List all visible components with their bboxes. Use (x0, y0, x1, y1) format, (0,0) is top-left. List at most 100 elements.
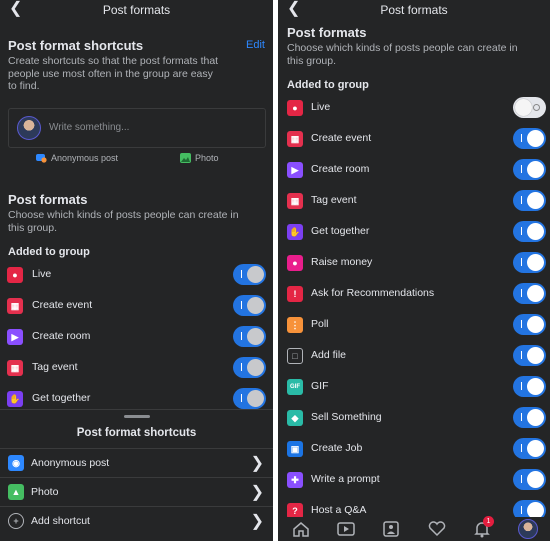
calendar-icon: ▦ (287, 131, 303, 147)
calendar-icon: ▦ (7, 298, 23, 314)
format-toggle[interactable] (233, 326, 266, 347)
format-label: Create room (32, 330, 91, 342)
format-label: Tag event (311, 194, 357, 206)
format-toggle[interactable] (513, 376, 546, 397)
sheet-grab-handle[interactable] (124, 415, 150, 418)
format-toggle[interactable] (513, 438, 546, 459)
format-toggle[interactable] (513, 190, 546, 211)
format-toggle[interactable] (513, 97, 546, 118)
format-toggle[interactable] (233, 357, 266, 378)
edit-shortcuts-button[interactable]: Edit (246, 39, 265, 51)
format-label: GIF (311, 380, 329, 392)
format-toggle[interactable] (513, 407, 546, 428)
calendar-tag-icon: ▦ (7, 360, 23, 376)
shortcut-label: Add shortcut (31, 515, 90, 527)
added-to-group-heading: Added to group (8, 246, 90, 258)
shortcut-row[interactable]: + Add shortcut ❯ (0, 506, 273, 535)
format-toggle[interactable] (233, 388, 266, 409)
price-tag-icon: ◆ (287, 410, 303, 426)
format-row[interactable]: ● Live (278, 93, 550, 124)
format-label: Get together (311, 225, 370, 237)
format-label: Poll (311, 318, 329, 330)
format-row[interactable]: ⋮ Poll (278, 310, 550, 341)
video-room-icon: ▶ (287, 162, 303, 178)
marketplace-icon[interactable] (379, 518, 403, 540)
chevron-right-icon: ❯ (250, 513, 264, 530)
composer-placeholder: Write something... (49, 122, 130, 133)
format-toggle[interactable] (513, 469, 546, 490)
format-row[interactable]: ▦ Create event (278, 124, 550, 155)
format-toggle[interactable] (233, 264, 266, 285)
format-toggle[interactable] (513, 128, 546, 149)
piggy-bank-icon: ● (287, 255, 303, 271)
recommendation-icon: ! (287, 286, 303, 302)
profile-avatar[interactable] (515, 518, 539, 540)
format-row[interactable]: ▣ Create Job (278, 434, 550, 465)
format-row[interactable]: ● Live (0, 260, 273, 291)
composer-preview[interactable]: Write something... (8, 108, 266, 148)
format-row[interactable]: ◆ Sell Something (278, 403, 550, 434)
avatar (17, 116, 41, 140)
anonymous-chat-icon: ◉ (8, 455, 24, 471)
format-row[interactable]: GIF GIF (278, 372, 550, 403)
page-title: Post formats (102, 3, 171, 17)
format-label: Create event (32, 299, 93, 311)
waving-hand-icon: ✋ (287, 224, 303, 240)
format-toggle[interactable] (513, 221, 546, 242)
gif-icon: GIF (287, 379, 303, 395)
format-label: Create room (311, 163, 370, 175)
anonymous-post-shortcut[interactable]: Anonymous post (36, 153, 118, 163)
added-to-group-heading: Added to group (287, 79, 369, 91)
waving-hand-icon: ✋ (7, 391, 23, 407)
video-room-icon: ▶ (7, 329, 23, 345)
post-formats-heading: Post formats (8, 192, 88, 207)
shortcuts-bottom-sheet: Post format shortcuts ◉ Anonymous post ❯ ▲ P… (0, 409, 273, 541)
video-icon[interactable] (334, 518, 358, 540)
format-label: Create event (311, 132, 372, 144)
format-row[interactable]: □ Add file (278, 341, 550, 372)
format-row[interactable]: ▦ Tag event (0, 353, 273, 384)
format-label: Sell Something (311, 411, 382, 423)
left-screen: ❮ Post formats Post format shortcuts Edi… (0, 0, 273, 541)
format-row[interactable]: ▦ Create event (0, 291, 273, 322)
format-label: Tag event (32, 361, 78, 373)
format-label: Host a Q&A (311, 504, 367, 516)
format-row[interactable]: ▦ Tag event (278, 186, 550, 217)
shortcut-label: Anonymous post (31, 457, 110, 469)
right-screen: ❮ Post formats Post formats Choose which… (278, 0, 550, 541)
format-toggle[interactable] (513, 345, 546, 366)
format-row[interactable]: ● Raise money (278, 248, 550, 279)
anonymous-chat-icon (36, 154, 47, 163)
home-icon[interactable] (289, 518, 313, 540)
format-row[interactable]: ✋ Get together (278, 217, 550, 248)
format-row[interactable]: ▶ Create room (0, 322, 273, 353)
briefcase-icon: ▣ (287, 441, 303, 457)
shortcut-row[interactable]: ▲ Photo ❯ (0, 477, 273, 506)
format-label: Get together (32, 392, 91, 404)
format-toggle[interactable] (233, 295, 266, 316)
dating-heart-icon[interactable] (425, 518, 449, 540)
format-toggle[interactable] (513, 159, 546, 180)
format-toggle[interactable] (513, 314, 546, 335)
top-bar: ❮ Post formats (0, 0, 273, 20)
shortcut-row[interactable]: ◉ Anonymous post ❯ (0, 448, 273, 477)
page-title: Post formats (380, 3, 448, 17)
format-row[interactable]: ▶ Create room (278, 155, 550, 186)
format-label: Add file (311, 349, 347, 361)
file-icon: □ (287, 348, 303, 364)
format-row[interactable]: ! Ask for Recommendations (278, 279, 550, 310)
add-icon: + (8, 513, 24, 529)
photo-icon: ▲ (8, 484, 24, 500)
photo-icon (180, 153, 191, 163)
format-row[interactable]: ✚ Write a prompt (278, 465, 550, 496)
live-video-icon: ● (7, 267, 23, 283)
format-toggle[interactable] (513, 252, 546, 273)
format-toggle[interactable] (513, 283, 546, 304)
notification-badge: 1 (482, 516, 494, 527)
format-label: Ask for Recommendations (311, 287, 435, 299)
photo-shortcut[interactable]: Photo (180, 153, 219, 163)
notifications-icon[interactable]: 1 (470, 516, 494, 540)
poll-icon: ⋮ (287, 317, 303, 333)
chevron-right-icon: ❯ (250, 484, 264, 501)
top-bar: ❮ Post formats (278, 0, 550, 20)
